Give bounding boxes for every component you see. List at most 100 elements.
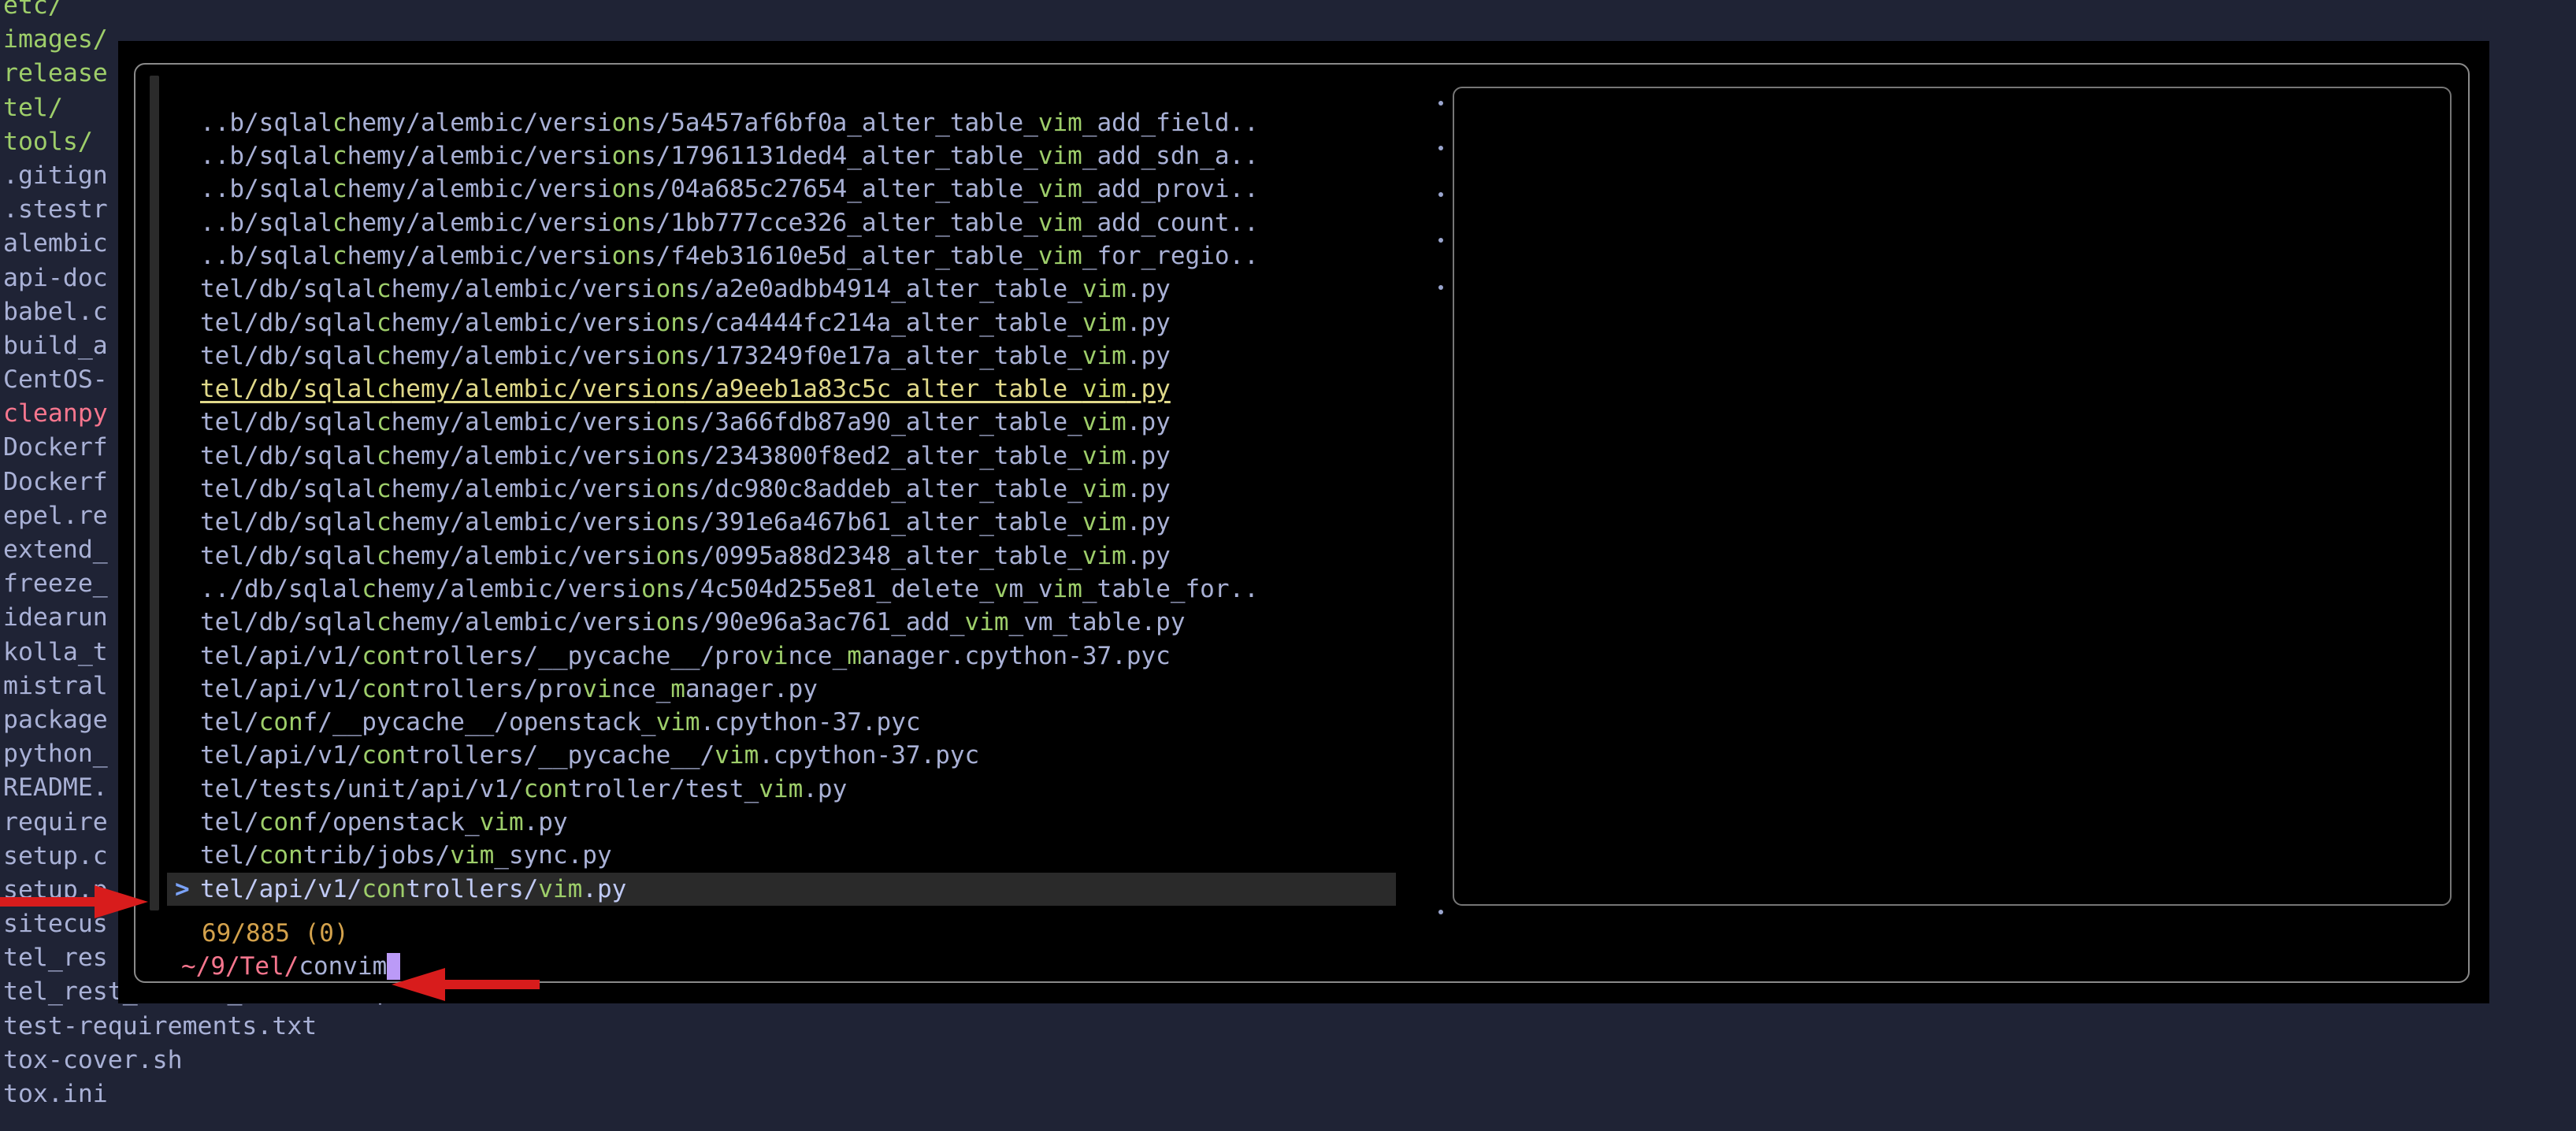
result-path: tel/api/v1/controllers/__pycache__/vim.c… (200, 741, 979, 769)
background-file-entry: tox.ini (0, 1077, 441, 1111)
background-file-entry: tox-cover.sh (0, 1044, 441, 1077)
result-path: tel/db/sqlalchemy/alembic/versions/ca444… (200, 309, 1171, 337)
result-path: ../db/sqlalchemy/alembic/versions/4c504d… (200, 575, 1259, 603)
line-truncation-dot (1438, 101, 1443, 106)
result-row[interactable]: tel/conf/__pycache__/openstack_vim.cpyth… (167, 706, 1396, 739)
fuzzy-finder-frame: ..b/sqlalchemy/alembic/versions/5a457af6… (134, 63, 2470, 983)
result-path: tel/db/sqlalchemy/alembic/versions/23438… (200, 442, 1171, 470)
background-file-label: idearun (3, 603, 108, 632)
result-path: tel/db/sqlalchemy/alembic/versions/dc980… (200, 475, 1171, 503)
background-file-entry: test-requirements.txt (0, 1010, 441, 1044)
result-path: tel/contrib/jobs/vim_sync.py (200, 841, 612, 870)
background-file-label: CentOS- (3, 365, 108, 394)
line-truncation-dot (1438, 192, 1443, 197)
prompt-line[interactable]: ~/9/Tel/convim (181, 950, 400, 983)
background-file-label: babel.c (3, 298, 108, 326)
result-list-scrollbar[interactable] (150, 76, 159, 910)
result-path: tel/db/sqlalchemy/alembic/versions/391e6… (200, 508, 1171, 536)
result-row[interactable]: ..b/sqlalchemy/alembic/versions/04a685c2… (167, 172, 1396, 206)
result-path: tel/db/sqlalchemy/alembic/versions/90e96… (200, 608, 1186, 636)
background-file-label: Dockerf (3, 468, 108, 496)
result-row[interactable]: tel/db/sqlalchemy/alembic/versions/0995a… (167, 540, 1396, 573)
result-row[interactable]: tel/db/sqlalchemy/alembic/versions/dc980… (167, 473, 1396, 506)
result-path: ..b/sqlalchemy/alembic/versions/5a457af6… (200, 109, 1259, 137)
result-row[interactable]: tel/api/v1/controllers/__pycache__/provi… (167, 640, 1396, 673)
background-file-label: require (3, 808, 108, 836)
background-file-entry: etc/ (0, 0, 441, 23)
result-path: tel/db/sqlalchemy/alembic/versions/3a66f… (200, 408, 1171, 436)
result-path: ..b/sqlalchemy/alembic/versions/04a685c2… (200, 175, 1259, 203)
background-file-label: test-requirements.txt (3, 1012, 317, 1040)
background-file-label: .gitign (3, 161, 108, 190)
result-row[interactable]: tel/tests/unit/api/v1/controller/test_vi… (167, 773, 1396, 806)
result-row[interactable]: ..b/sqlalchemy/alembic/versions/f4eb3161… (167, 239, 1396, 273)
arrow-to-status-line (0, 882, 150, 921)
query-input[interactable]: convim (299, 952, 387, 981)
background-file-label: kolla_t (3, 638, 108, 666)
preview-pane (1453, 87, 2452, 906)
result-row[interactable]: tel/contrib/jobs/vim_sync.py (167, 839, 1396, 872)
line-truncation-dot (1438, 910, 1443, 914)
result-path: tel/api/v1/controllers/__pycache__/provi… (200, 642, 1171, 670)
result-row[interactable]: tel/api/v1/controllers/__pycache__/vim.c… (167, 739, 1396, 772)
fuzzy-finder-popup: ..b/sqlalchemy/alembic/versions/5a457af6… (118, 41, 2489, 1003)
background-file-label: extend_ (3, 536, 108, 564)
result-path: tel/conf/openstack_vim.py (200, 808, 568, 836)
background-file-label: python_ (3, 740, 108, 768)
result-path: tel/db/sqlalchemy/alembic/versions/a9eeb… (200, 375, 1171, 403)
background-file-label: .stestr (3, 195, 108, 224)
result-row[interactable]: ..b/sqlalchemy/alembic/versions/5a457af6… (167, 106, 1396, 139)
result-row[interactable]: tel/db/sqlalchemy/alembic/versions/17324… (167, 339, 1396, 373)
result-path: ..b/sqlalchemy/alembic/versions/f4eb3161… (200, 242, 1259, 270)
background-file-label: README. (3, 773, 108, 802)
result-list[interactable]: ..b/sqlalchemy/alembic/versions/5a457af6… (167, 106, 1396, 949)
background-file-label: freeze_ (3, 569, 108, 598)
result-row[interactable]: tel/db/sqlalchemy/alembic/versions/90e96… (167, 606, 1396, 639)
result-row[interactable]: tel/db/sqlalchemy/alembic/versions/23438… (167, 439, 1396, 473)
result-row[interactable]: tel/db/sqlalchemy/alembic/versions/3a66f… (167, 406, 1396, 439)
result-row[interactable]: tel/db/sqlalchemy/alembic/versions/ca444… (167, 306, 1396, 339)
screen: etc/images/release tel/tools/ .gitign .stes… (0, 0, 2576, 1131)
selection-pointer-icon: > (175, 873, 190, 906)
background-file-label: tel/ (3, 94, 63, 122)
result-path: tel/conf/__pycache__/openstack_vim.cpyth… (200, 708, 921, 736)
result-path: tel/db/sqlalchemy/alembic/versions/17324… (200, 342, 1171, 370)
background-file-label: etc/ (3, 0, 63, 20)
result-row[interactable]: ..b/sqlalchemy/alembic/versions/1bb777cc… (167, 206, 1396, 239)
arrow-to-prompt-line (390, 965, 540, 1004)
result-path: tel/api/v1/controllers/vim.py (200, 875, 626, 903)
result-row[interactable]: tel/db/sqlalchemy/alembic/versions/a9eeb… (167, 373, 1396, 406)
background-file-label: mistral (3, 672, 108, 700)
result-row[interactable]: tel/api/v1/controllers/province_manager.… (167, 673, 1396, 706)
background-file-label: alembic (3, 229, 108, 258)
prompt-path: ~/9/Tel/ (181, 952, 299, 981)
background-file-label: setup.c (3, 842, 108, 870)
match-status: 69/885 (0) (202, 917, 349, 950)
result-row[interactable]: tel/db/sqlalchemy/alembic/versions/391e6… (167, 506, 1396, 539)
background-file-label: package (3, 706, 108, 734)
result-path: tel/db/sqlalchemy/alembic/versions/a2e0a… (200, 275, 1171, 303)
line-truncation-dot (1438, 285, 1443, 290)
result-path: ..b/sqlalchemy/alembic/versions/1bb777cc… (200, 209, 1259, 237)
background-file-label: tel_res (3, 944, 108, 972)
background-file-label: cleanpy (3, 399, 108, 428)
background-file-label: tools/ (3, 128, 93, 156)
result-row[interactable]: ../db/sqlalchemy/alembic/versions/4c504d… (167, 573, 1396, 606)
line-truncation-dot (1438, 146, 1443, 150)
background-file-label: api-doc (3, 264, 108, 292)
background-file-label: tox.ini (3, 1080, 108, 1108)
background-file-label: tox-cover.sh (3, 1046, 183, 1074)
result-row-selected[interactable]: > tel/api/v1/controllers/vim.py (167, 873, 1396, 906)
result-path: ..b/sqlalchemy/alembic/versions/17961131… (200, 142, 1259, 170)
result-row[interactable]: ..b/sqlalchemy/alembic/versions/17961131… (167, 139, 1396, 172)
background-file-label: build_a (3, 332, 108, 360)
result-path: tel/db/sqlalchemy/alembic/versions/0995a… (200, 542, 1171, 570)
background-file-label: release (3, 59, 108, 87)
result-row[interactable]: tel/conf/openstack_vim.py (167, 806, 1396, 839)
background-file-label: epel.re (3, 502, 108, 530)
result-path: tel/api/v1/controllers/province_manager.… (200, 675, 818, 703)
background-file-label: images/ (3, 25, 108, 54)
background-file-label: Dockerf (3, 433, 108, 462)
result-row[interactable]: tel/db/sqlalchemy/alembic/versions/a2e0a… (167, 273, 1396, 306)
line-truncation-dot (1438, 238, 1443, 243)
